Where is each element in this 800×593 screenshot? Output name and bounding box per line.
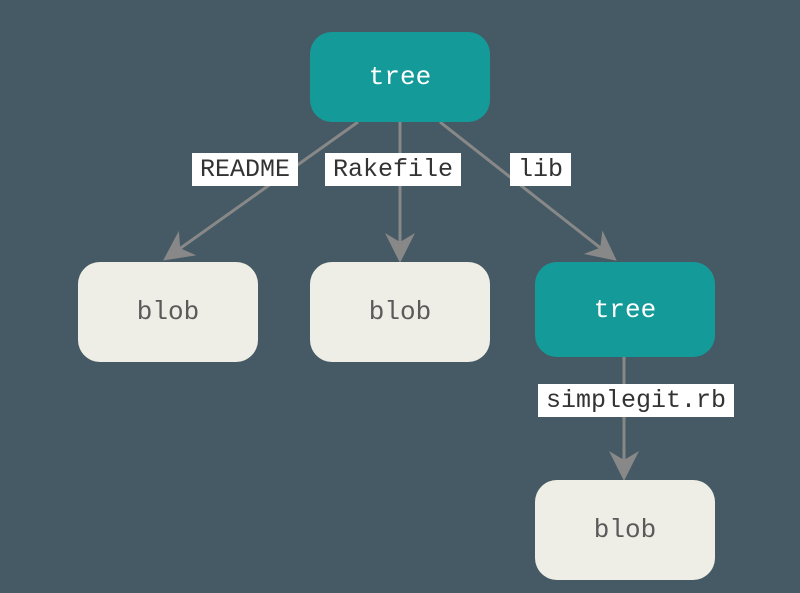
- blob-label-3: blob: [594, 515, 656, 545]
- edge-label-simplegit: simplegit.rb: [538, 384, 734, 417]
- blob-node-simplegit: blob: [535, 480, 715, 580]
- subtree-label: tree: [594, 295, 656, 325]
- edge-label-lib: lib: [510, 153, 571, 186]
- blob-node-readme: blob: [78, 262, 258, 362]
- root-tree-label: tree: [369, 62, 431, 92]
- blob-node-rakefile: blob: [310, 262, 490, 362]
- edge-label-rakefile: Rakefile: [325, 153, 461, 186]
- edge-label-readme: README: [192, 153, 298, 186]
- subtree-node: tree: [535, 262, 715, 357]
- root-tree-node: tree: [310, 32, 490, 122]
- blob-label-1: blob: [137, 297, 199, 327]
- blob-label-2: blob: [369, 297, 431, 327]
